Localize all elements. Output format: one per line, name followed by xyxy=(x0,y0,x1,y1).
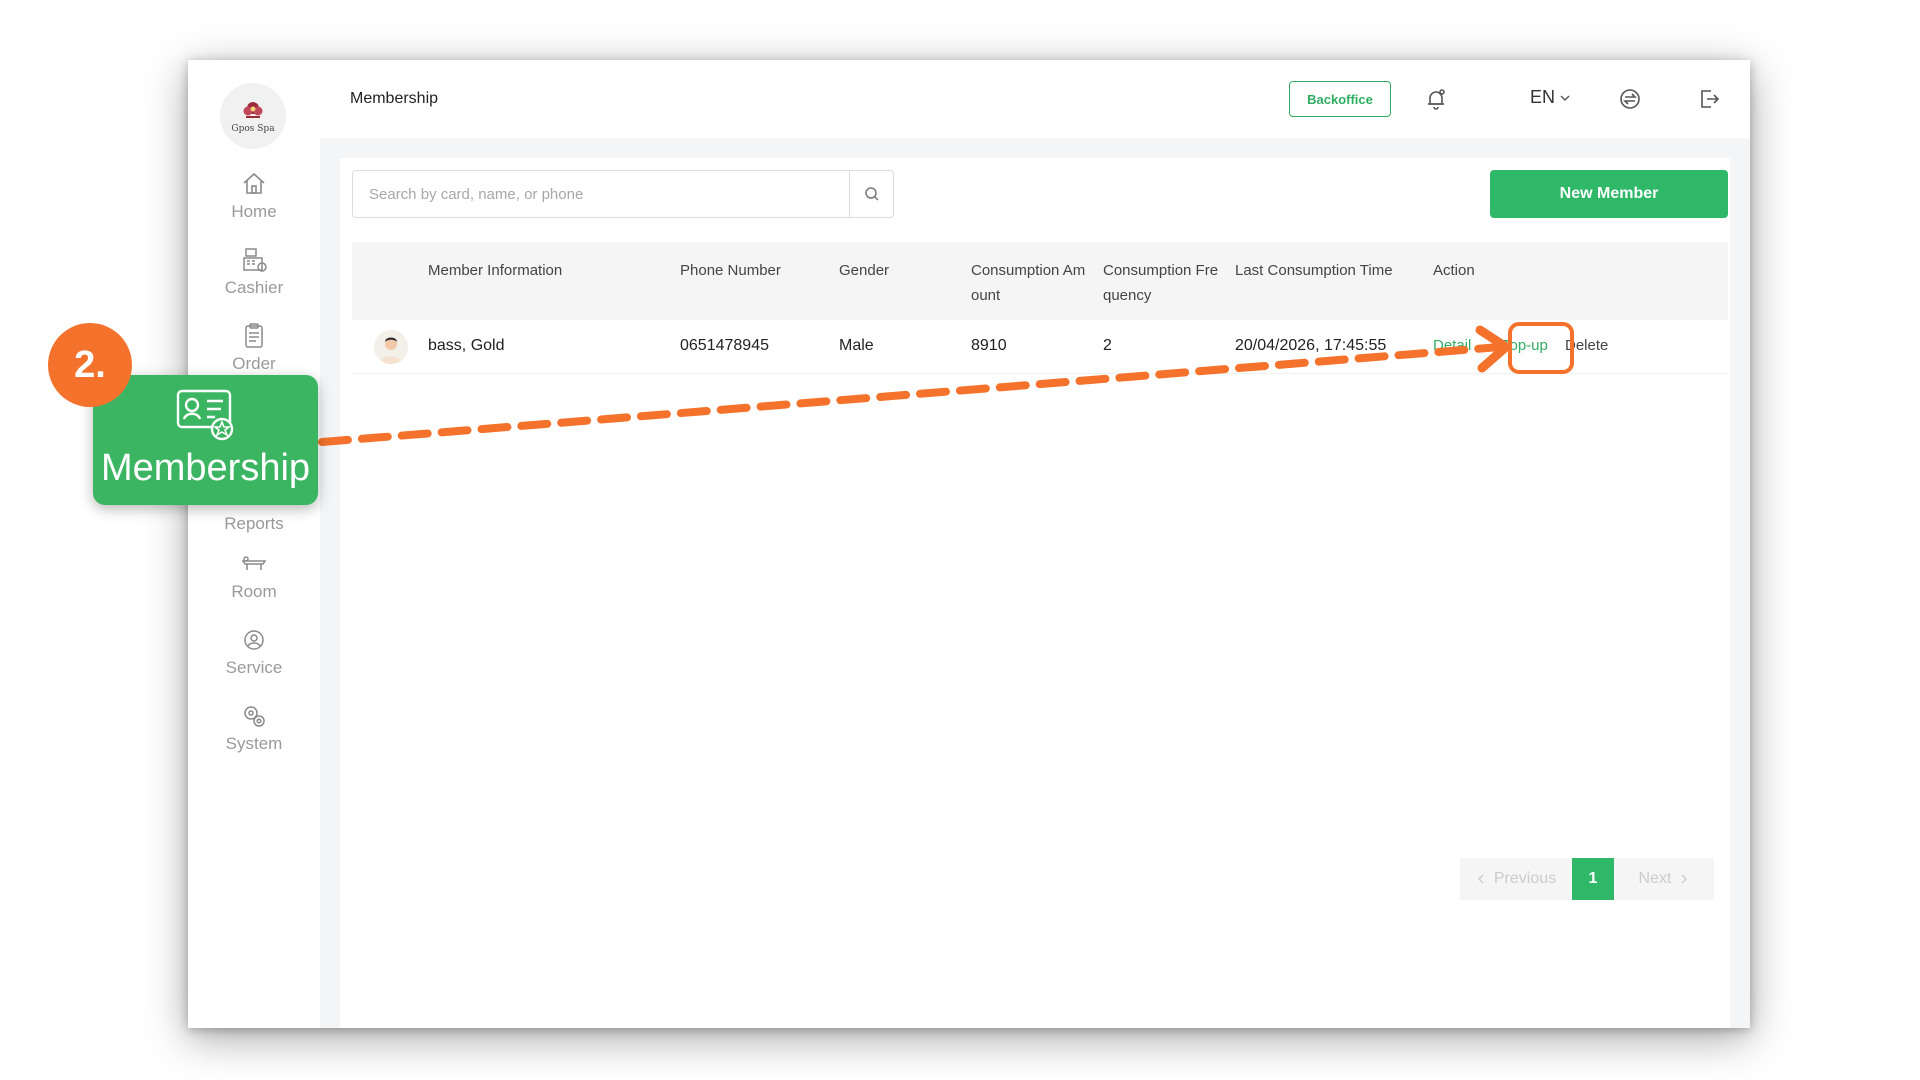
last-consumption-time: 20/04/2026, 17:45:55 xyxy=(1235,337,1387,354)
logo-text: Gpos Spa xyxy=(231,123,275,134)
sidebar-item-cashier[interactable]: Cashier xyxy=(188,246,320,310)
sidebar-item-label: Room xyxy=(231,582,277,601)
sidebar-item-label: Order xyxy=(232,354,276,373)
backoffice-button[interactable]: Backoffice xyxy=(1289,81,1391,117)
col-action: Action xyxy=(1433,262,1475,279)
main-content: New Member Member Information Phone Numb… xyxy=(340,158,1730,1028)
home-icon xyxy=(243,172,265,194)
member-name: bass, Gold xyxy=(428,337,505,354)
col-consumption-frequency: Consumption Fre quency xyxy=(1103,262,1219,304)
app-logo[interactable]: Gpos Spa xyxy=(220,83,286,149)
room-icon xyxy=(241,556,267,570)
sidebar-item-label: Reports xyxy=(224,514,284,533)
membership-nav-callout[interactable]: Membership xyxy=(93,375,318,505)
col-consumption-amount: Consumption Am ount xyxy=(971,262,1086,304)
top-up-highlight-ring xyxy=(1508,322,1574,374)
member-phone: 0651478945 xyxy=(680,337,769,354)
system-icon xyxy=(244,706,265,727)
col-member-information: Member Information xyxy=(428,262,563,279)
avatar xyxy=(374,330,408,364)
sidebar-item-service[interactable]: Service xyxy=(188,626,320,690)
step-badge: 2. xyxy=(48,323,132,407)
search-input[interactable] xyxy=(353,171,849,217)
col-phone-number: Phone Number xyxy=(680,262,781,279)
next-page-button[interactable]: Next xyxy=(1614,858,1714,900)
membership-card-icon xyxy=(176,389,233,441)
language-label: EN xyxy=(1530,87,1556,107)
sidebar: Gpos Spa Home Cashier Order Reports Room… xyxy=(188,60,320,1028)
detail-link[interactable]: Detail xyxy=(1433,337,1471,354)
pagination: Previous 1 Next xyxy=(1460,858,1714,900)
search-box xyxy=(352,170,894,218)
service-icon xyxy=(244,630,264,650)
sidebar-item-label: Cashier xyxy=(224,278,284,297)
tutorial-stage: Gpos Spa Home Cashier Order Reports Room… xyxy=(0,0,1920,1080)
switch-icon[interactable] xyxy=(1618,87,1642,111)
logout-icon[interactable] xyxy=(1697,87,1721,111)
search-icon xyxy=(864,187,879,201)
new-member-button[interactable]: New Member xyxy=(1490,170,1728,218)
previous-page-button[interactable]: Previous xyxy=(1460,858,1572,900)
col-gender: Gender xyxy=(839,262,890,279)
previous-label: Previous xyxy=(1493,870,1557,887)
sidebar-item-label: System xyxy=(225,734,283,753)
page-title: Membership xyxy=(350,90,439,107)
chevron-down-icon xyxy=(1560,95,1570,101)
sidebar-item-system[interactable]: System xyxy=(188,702,320,766)
chevron-right-icon xyxy=(1681,874,1688,884)
search-button[interactable] xyxy=(849,171,893,217)
app-window: Gpos Spa Home Cashier Order Reports Room… xyxy=(188,60,1750,1028)
sidebar-item-label: Service xyxy=(225,658,283,677)
language-selector[interactable]: EN xyxy=(1530,87,1571,108)
table-header: Member Information Phone Number Gender C… xyxy=(352,242,1728,320)
order-icon xyxy=(245,323,263,348)
member-gender: Male xyxy=(839,337,874,354)
next-label: Next xyxy=(1638,870,1672,887)
page-number-current[interactable]: 1 xyxy=(1572,858,1614,900)
user-avatar-icon xyxy=(380,337,402,364)
lotus-logo-icon xyxy=(243,101,263,118)
col-last-consumption-time: Last Consumption Time xyxy=(1235,262,1393,279)
sidebar-item-home[interactable]: Home xyxy=(188,170,320,234)
consumption-frequency: 2 xyxy=(1103,337,1112,354)
sidebar-item-room[interactable]: Room xyxy=(188,550,320,614)
chevron-left-icon xyxy=(1477,874,1484,884)
top-header: Membership Backoffice EN xyxy=(320,60,1750,138)
sidebar-item-label: Home xyxy=(231,202,277,221)
consumption-amount: 8910 xyxy=(971,337,1007,354)
callout-label: Membership xyxy=(100,447,311,489)
bell-icon[interactable] xyxy=(1424,87,1448,111)
cashier-icon xyxy=(243,248,267,272)
